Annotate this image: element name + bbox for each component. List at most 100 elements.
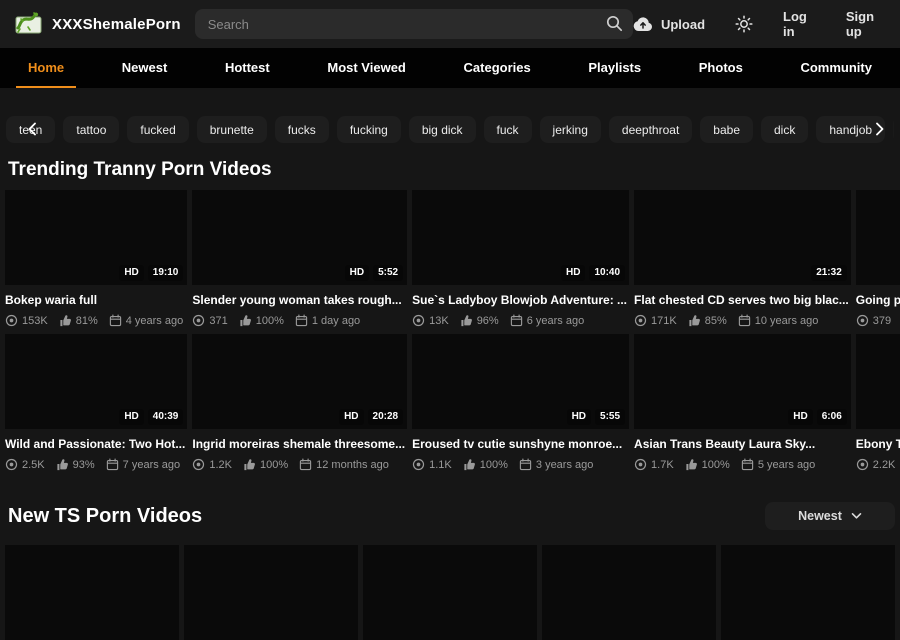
video-thumbnail[interactable]: HD 6:06: [856, 334, 900, 429]
video-thumbnail[interactable]: HD 19:10: [5, 190, 187, 285]
tag-chip[interactable]: fucks: [275, 116, 329, 143]
thumbs-up-icon: [243, 458, 256, 471]
video-card[interactable]: HD 6:02 Going panty-free in a denim skir…: [856, 190, 900, 327]
video-thumbnail[interactable]: [184, 545, 358, 640]
video-title[interactable]: Flat chested CD serves two big blac...: [634, 293, 851, 308]
likes-stat: 85%: [688, 314, 727, 327]
thumbnail-badges: HD 5:52: [345, 265, 403, 281]
views-count: 379: [873, 315, 891, 327]
video-card[interactable]: HD 10:40 Sue`s Ladyboy Blowjob Adventure…: [412, 190, 629, 327]
tag-chip[interactable]: jerking: [540, 116, 601, 143]
likes-percent: 100%: [260, 459, 288, 471]
video-thumbnail[interactable]: HD 6:02: [856, 190, 900, 285]
hd-badge: HD: [345, 265, 369, 281]
video-thumbnail[interactable]: HD 5:55: [412, 334, 629, 429]
search-bar[interactable]: [195, 9, 633, 39]
video-thumbnail[interactable]: [363, 545, 537, 640]
video-title[interactable]: Ebony TS Chanel Couture Assbangs...: [856, 437, 900, 452]
thumbs-up-icon: [688, 314, 701, 327]
video-card[interactable]: HD 5:55 Eroused tv cutie sunshyne monroe…: [412, 334, 629, 471]
upload-age: 3 years ago: [536, 459, 593, 471]
tag-chip[interactable]: babe: [700, 116, 753, 143]
views-count: 371: [209, 315, 227, 327]
video-thumbnail[interactable]: HD 10:40: [412, 190, 629, 285]
video-stats: 371 100% 1 day ago: [192, 314, 407, 327]
nav-item[interactable]: Community: [788, 48, 884, 88]
views-count: 153K: [22, 315, 48, 327]
trending-video-grid: HD 19:10 Bokep waria full 153K: [0, 190, 900, 471]
site-logo[interactable]: XXXShemalePorn: [14, 11, 181, 37]
likes-percent: 100%: [480, 459, 508, 471]
video-title[interactable]: Asian Trans Beauty Laura Sky...: [634, 437, 851, 452]
video-thumbnail[interactable]: HD 20:28: [192, 334, 407, 429]
video-card[interactable]: HD 40:39 Wild and Passionate: Two Hot...…: [5, 334, 187, 471]
views-stat: 2.2K: [856, 458, 896, 471]
video-thumbnail[interactable]: [542, 545, 716, 640]
hd-badge: HD: [339, 409, 363, 425]
video-title[interactable]: Eroused tv cutie sunshyne monroe...: [412, 437, 629, 452]
video-title[interactable]: Bokep waria full: [5, 293, 187, 308]
theme-toggle-icon[interactable]: [735, 15, 753, 33]
tag-chip[interactable]: fucking: [337, 116, 401, 143]
thumbnail-badges: HD 5:55: [567, 409, 625, 425]
tag-chip[interactable]: big dick: [409, 116, 476, 143]
thumbs-up-icon: [463, 458, 476, 471]
views-stat: 153K: [5, 314, 48, 327]
video-thumbnail[interactable]: HD 6:06: [634, 334, 851, 429]
duration-badge: 21:32: [811, 265, 847, 281]
video-card[interactable]: HD 20:28 Ingrid moreiras shemale threeso…: [192, 334, 407, 471]
tag-chip[interactable]: fuck: [484, 116, 532, 143]
nav-item[interactable]: Photos: [687, 48, 755, 88]
login-link[interactable]: Log in: [783, 9, 816, 39]
upload-age: 7 years ago: [123, 459, 180, 471]
views-icon: [5, 458, 18, 471]
likes-percent: 100%: [256, 315, 284, 327]
nav-item[interactable]: Most Viewed: [315, 48, 418, 88]
nav-item[interactable]: Playlists: [576, 48, 653, 88]
nav-item[interactable]: Home: [16, 48, 76, 88]
tag-chip[interactable]: brunette: [197, 116, 267, 143]
thumbs-up-icon: [685, 458, 698, 471]
nav-item[interactable]: Newest: [110, 48, 180, 88]
video-thumbnail[interactable]: [5, 545, 179, 640]
video-card[interactable]: HD 5:52 Slender young woman takes rough.…: [192, 190, 407, 327]
upload-age: 4 years ago: [126, 315, 183, 327]
video-thumbnail[interactable]: [721, 545, 895, 640]
age-stat: 3 years ago: [519, 458, 593, 471]
search-input[interactable]: [195, 17, 633, 32]
upload-age: 6 years ago: [527, 315, 584, 327]
scroll-right-icon[interactable]: [870, 120, 888, 143]
video-card[interactable]: HD 6:06 Asian Trans Beauty Laura Sky... …: [634, 334, 851, 471]
tag-chip[interactable]: fucked: [127, 116, 188, 143]
video-title[interactable]: Going panty-free in a denim skirt: a...: [856, 293, 900, 308]
video-thumbnail[interactable]: 21:32: [634, 190, 851, 285]
nav-item[interactable]: Categories: [452, 48, 543, 88]
search-icon[interactable]: [605, 14, 624, 38]
hd-badge: HD: [119, 409, 143, 425]
age-stat: 7 years ago: [106, 458, 180, 471]
video-title[interactable]: Wild and Passionate: Two Hot...: [5, 437, 187, 452]
calendar-icon: [519, 458, 532, 471]
video-card[interactable]: HD 19:10 Bokep waria full 153K: [5, 190, 187, 327]
likes-stat: 100%: [243, 458, 288, 471]
tag-chip[interactable]: tattoo: [63, 116, 119, 143]
scroll-left-icon[interactable]: [24, 120, 42, 143]
video-thumbnail[interactable]: HD 40:39: [5, 334, 187, 429]
video-card[interactable]: HD 6:06 Ebony TS Chanel Couture Assbangs…: [856, 334, 900, 471]
tag-chip[interactable]: c: [893, 116, 894, 143]
nav-item[interactable]: Hottest: [213, 48, 282, 88]
tag-chip[interactable]: deepthroat: [609, 116, 692, 143]
video-card[interactable]: 21:32 Flat chested CD serves two big bla…: [634, 190, 851, 327]
video-thumbnail[interactable]: HD 5:52: [192, 190, 407, 285]
upload-button[interactable]: Upload: [633, 16, 705, 32]
duration-badge: 5:52: [373, 265, 403, 281]
hd-badge: HD: [119, 265, 143, 281]
sort-dropdown[interactable]: Newest: [765, 502, 895, 530]
signup-link[interactable]: Sign up: [846, 9, 886, 39]
likes-percent: 100%: [702, 459, 730, 471]
video-title[interactable]: Slender young woman takes rough...: [192, 293, 407, 308]
video-title[interactable]: Sue`s Ladyboy Blowjob Adventure: ...: [412, 293, 629, 308]
tag-chip[interactable]: dick: [761, 116, 808, 143]
upload-label: Upload: [661, 17, 705, 32]
video-title[interactable]: Ingrid moreiras shemale threesome...: [192, 437, 407, 452]
